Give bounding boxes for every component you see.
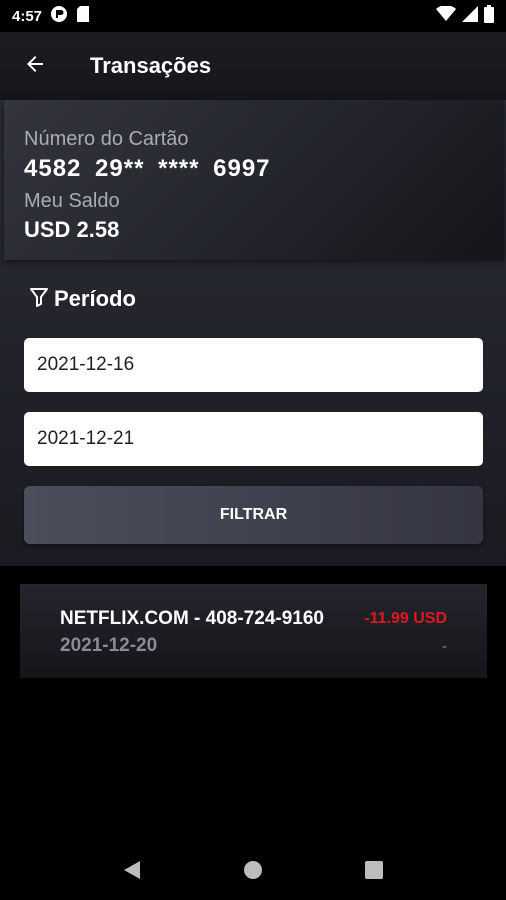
home-circle-icon [243,860,263,885]
transaction-merchant: NETFLIX.COM - 408-724-9160 [60,608,324,629]
status-bar: 4:57 [0,0,506,32]
nav-recents-button[interactable] [354,852,394,892]
status-icons-right [436,4,494,28]
transaction-detail: - [442,638,447,655]
balance-label: Meu Saldo [24,190,120,212]
page-title: Transações [90,53,212,78]
filter-icon [30,287,48,312]
nav-back-button[interactable] [112,852,152,892]
transaction-row[interactable]: NETFLIX.COM - 408-724-9160 2021-12-20 -1… [20,584,487,678]
card-info-panel: Número do Cartão 4582 29** **** 6997 Meu… [4,100,504,260]
nav-home-button[interactable] [233,852,273,892]
status-time: 4:57 [12,7,43,25]
period-header: Período [30,286,136,312]
cellular-signal-icon [462,5,478,27]
battery-icon [484,4,494,28]
app-bar: Transações [0,32,506,100]
transaction-amount: -11.99 USD [364,610,447,627]
card-number-label: Número do Cartão [24,128,189,150]
balance-value: USD 2.58 [24,217,120,242]
card-number: 4582 29** **** 6997 [24,155,271,182]
content-area: Número do Cartão 4582 29** **** 6997 Meu… [0,100,506,566]
end-date-input[interactable] [24,412,483,466]
period-title: Período [54,286,136,311]
sd-card-icon [76,5,90,28]
wifi-icon [436,4,456,27]
app-badge-icon [50,5,68,28]
transaction-date: 2021-12-20 [60,635,158,656]
back-button[interactable] [0,32,70,100]
back-triangle-icon [123,860,141,885]
arrow-left-icon [23,52,47,81]
recents-square-icon [364,860,383,884]
filter-button[interactable]: FILTRAR [24,486,483,544]
system-nav-bar [0,844,506,900]
start-date-input[interactable] [24,338,483,392]
